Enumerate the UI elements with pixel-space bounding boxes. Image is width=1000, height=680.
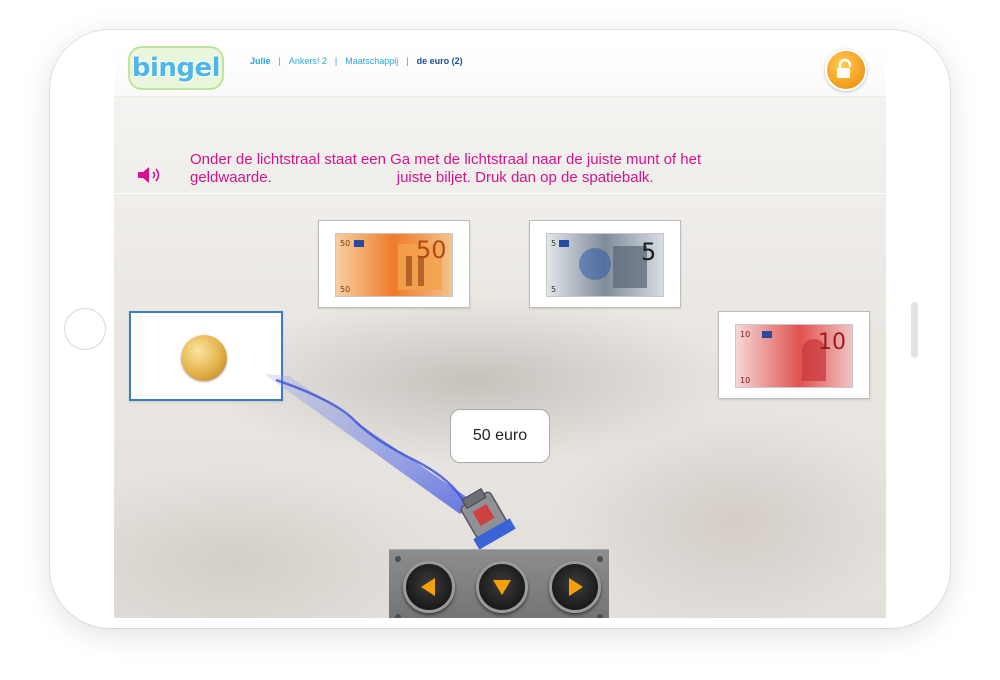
- bingel-logo[interactable]: bingel: [128, 46, 224, 90]
- breadcrumb-separator: |: [334, 56, 338, 66]
- rivet: [597, 614, 603, 618]
- arrow-right-icon: [569, 578, 583, 596]
- banknote-10-image: 10 10 10: [735, 324, 853, 388]
- banknote-50-image: 50 50 50: [335, 233, 453, 297]
- unlock-icon: [837, 59, 852, 78]
- option-card-5-euro[interactable]: 5 5 5: [529, 220, 681, 308]
- banknote-10-value: 10: [818, 330, 846, 355]
- move-left-button[interactable]: [403, 561, 455, 613]
- breadcrumb-book[interactable]: Ankers! 2: [289, 56, 327, 66]
- instruction-line-1: Onder de lichtstraal staat een Ga met de…: [190, 151, 702, 168]
- control-panel: [389, 549, 609, 618]
- rivet: [597, 556, 603, 562]
- banknote-5-bottom: 5: [551, 285, 556, 294]
- banknote-5-corner: 5: [551, 239, 556, 248]
- move-right-button[interactable]: [549, 561, 601, 613]
- banknote-50-value: 50: [416, 236, 447, 264]
- rivet: [395, 556, 401, 562]
- banknote-5-value: 5: [641, 238, 656, 266]
- banknote-5-image: 5 5 5: [546, 233, 664, 297]
- banknote-10-bottom: 10: [740, 376, 750, 385]
- banknote-50-bottom: 50: [340, 285, 350, 294]
- side-button[interactable]: [911, 302, 918, 358]
- shoot-down-button[interactable]: [476, 561, 528, 613]
- arrow-down-icon: [493, 580, 511, 595]
- top-bar: bingel Julie | Ankers! 2 | Maatschappij …: [114, 40, 886, 97]
- beam-projector: [460, 487, 516, 550]
- option-card-10-euro[interactable]: 10 10 10: [718, 311, 870, 399]
- instruction-text: Onder de lichtstraal staat een Ga met de…: [190, 151, 790, 187]
- rivet: [395, 614, 401, 618]
- home-button[interactable]: [64, 308, 106, 350]
- breadcrumb-current: de euro (2): [416, 56, 463, 66]
- breadcrumb-separator: |: [406, 56, 409, 66]
- option-card-50-euro[interactable]: 50 50 50: [318, 220, 470, 308]
- banknote-10-corner: 10: [740, 330, 750, 339]
- breadcrumb: Julie | Ankers! 2 | Maatschappij | de eu…: [250, 54, 463, 68]
- coin-50-cent-image: [181, 335, 227, 381]
- breadcrumb-user[interactable]: Julie: [250, 56, 271, 66]
- option-card-50-cent[interactable]: [129, 311, 283, 401]
- unlock-button[interactable]: [825, 49, 867, 91]
- arrow-left-icon: [421, 578, 435, 596]
- breadcrumb-subject[interactable]: Maatschappij: [345, 56, 398, 66]
- speaker-icon[interactable]: [136, 164, 166, 186]
- divider: [114, 193, 886, 194]
- banknote-50-corner: 50: [340, 239, 350, 248]
- answer-label: 50 euro: [450, 409, 550, 463]
- breadcrumb-separator: |: [278, 56, 281, 66]
- instruction-line-2: geldwaarde. juiste biljet. Druk dan op d…: [190, 169, 654, 186]
- game-screen: bingel Julie | Ankers! 2 | Maatschappij …: [114, 40, 886, 618]
